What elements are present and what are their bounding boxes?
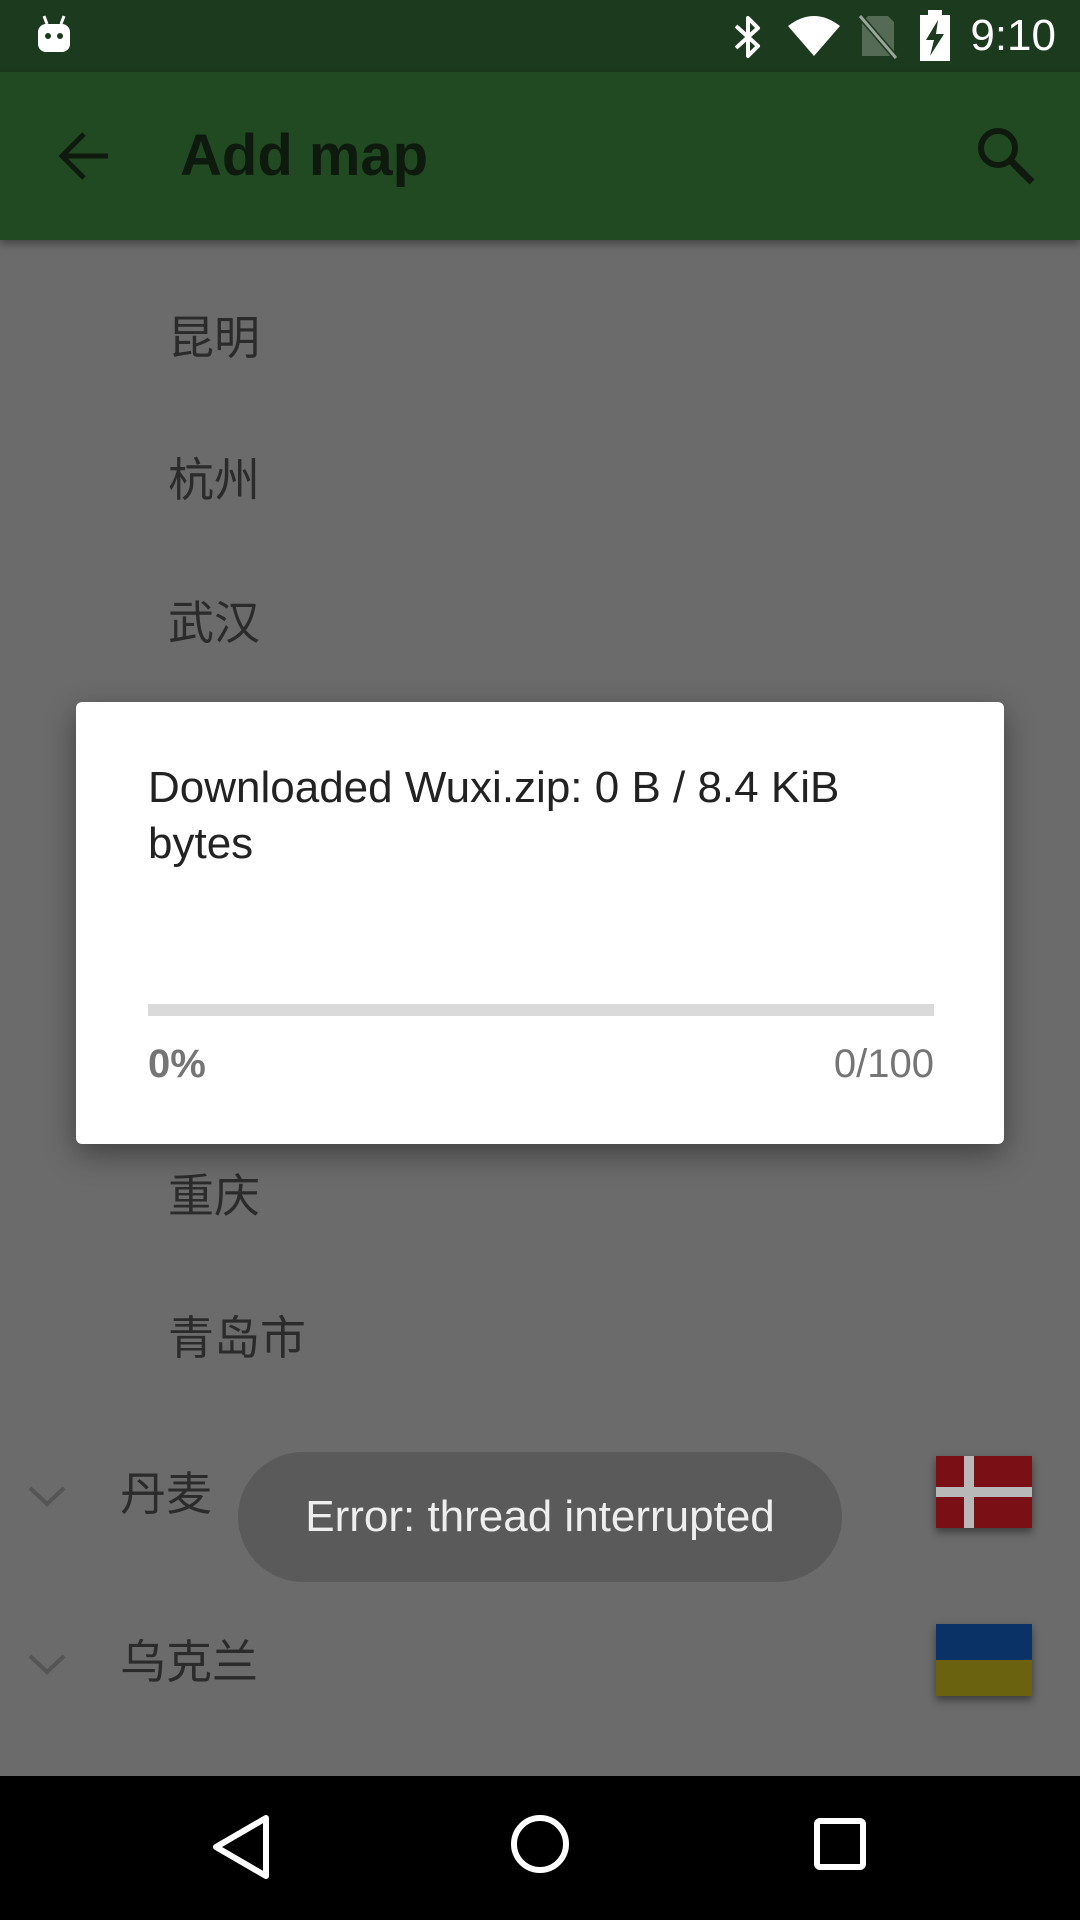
country-row-ukraine[interactable]: 乌克兰 [0,1594,1080,1734]
progress-bar [148,1004,934,1016]
list-item[interactable]: 重庆 [168,1168,260,1224]
home-circle-icon[interactable] [508,1812,572,1876]
dialog-message: Downloaded Wuxi.zip: 0 B / 8.4 KiB bytes [148,763,840,868]
list-item[interactable]: 青岛市 [168,1310,306,1366]
list-item[interactable]: 武汉 [168,595,260,651]
search-icon[interactable] [972,122,1040,190]
wifi-icon [788,16,840,56]
back-triangle-icon[interactable] [208,1812,274,1882]
navigation-bar [0,1776,1080,1920]
ukraine-flag-icon [936,1624,1032,1696]
chevron-down-icon[interactable] [26,1478,68,1514]
no-sim-icon [858,14,898,60]
list-item[interactable]: 昆明 [168,310,260,366]
chevron-down-icon[interactable] [26,1646,68,1682]
download-progress-dialog: Downloaded Wuxi.zip: 0 B / 8.4 KiB bytes… [76,702,1004,1144]
screen: 9:10 Add map 昆明 杭州 武汉 重庆 青岛市 丹麦 乌克兰 Down… [0,0,1080,1920]
android-icon [38,15,70,52]
battery-charging-icon [920,10,950,61]
status-bar: 9:10 [0,0,1080,72]
bluetooth-icon [734,16,760,58]
error-toast: Error: thread interrupted [238,1452,842,1582]
arrow-left-icon[interactable] [54,124,118,188]
denmark-flag-icon [936,1456,1032,1528]
page-title: Add map [180,123,429,188]
progress-percent: 0% [148,1042,206,1086]
app-bar: Add map [0,72,1080,240]
status-time: 9:10 [970,11,1056,60]
recents-square-icon[interactable] [812,1816,868,1872]
list-item[interactable]: 杭州 [168,452,260,508]
toast-text: Error: thread interrupted [305,1492,775,1541]
progress-count: 0/100 [833,1042,934,1086]
country-label: 乌克兰 [120,1635,258,1689]
country-label: 丹麦 [120,1467,212,1521]
